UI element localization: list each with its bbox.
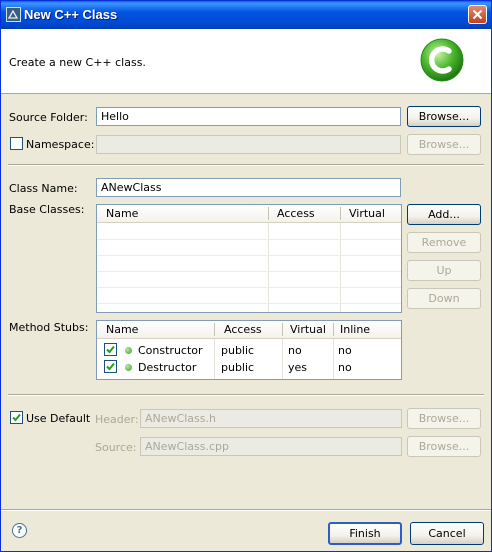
cancel-button[interactable]: Cancel xyxy=(410,522,484,545)
source-folder-label: Source Folder: xyxy=(9,111,88,124)
separator xyxy=(8,394,484,396)
row-checkbox[interactable] xyxy=(104,343,117,356)
namespace-label: Namespace: xyxy=(26,138,95,151)
banner-description: Create a new C++ class. xyxy=(9,56,146,69)
method-icon xyxy=(125,347,132,354)
header-field[interactable]: ANewClass.h xyxy=(140,409,402,428)
move-down-button[interactable]: Down xyxy=(407,288,481,309)
method-name: Destructor xyxy=(138,361,197,374)
method-stubs-header: Name Access Virtual Inline xyxy=(97,321,401,339)
base-classes-label: Base Classes: xyxy=(9,203,85,216)
finish-button[interactable]: Finish xyxy=(328,522,402,545)
cpp-class-logo-icon xyxy=(419,37,465,86)
method-inline: no xyxy=(338,361,352,374)
footer-separator xyxy=(1,509,491,511)
eclipse-app-icon xyxy=(6,7,21,22)
method-icon xyxy=(125,364,132,371)
namespace-checkbox[interactable] xyxy=(10,137,23,150)
source-field[interactable]: ANewClass.cpp xyxy=(140,437,402,456)
class-name-label: Class Name: xyxy=(9,182,78,195)
column-header-access[interactable]: Access xyxy=(224,323,262,336)
base-classes-table[interactable]: Name Access Virtual xyxy=(96,204,402,313)
method-virtual: no xyxy=(288,344,302,357)
title-bar[interactable]: New C++ Class xyxy=(1,1,491,29)
column-header-name[interactable]: Name xyxy=(106,323,138,336)
method-name: Constructor xyxy=(138,344,203,357)
header-label: Header: xyxy=(95,413,139,426)
window-title: New C++ Class xyxy=(24,7,118,22)
namespace-field[interactable] xyxy=(96,135,401,154)
separator xyxy=(8,164,484,166)
use-default-label: Use Default xyxy=(26,412,91,425)
use-default-checkbox[interactable] xyxy=(10,411,23,424)
method-virtual: yes xyxy=(288,361,308,374)
checkmark-icon xyxy=(12,413,21,422)
source-folder-browse-button[interactable]: Browse... xyxy=(407,106,481,127)
source-browse-button[interactable]: Browse... xyxy=(407,436,481,457)
row-checkbox[interactable] xyxy=(104,360,117,373)
help-icon[interactable]: ? xyxy=(12,523,27,538)
header-browse-button[interactable]: Browse... xyxy=(407,408,481,429)
source-label: Source: xyxy=(95,441,137,454)
base-classes-header: Name Access Virtual xyxy=(97,205,401,223)
method-stubs-label: Method Stubs: xyxy=(9,321,89,334)
add-base-class-button[interactable]: Add... xyxy=(407,204,481,225)
method-access: public xyxy=(221,361,255,374)
remove-base-class-button[interactable]: Remove xyxy=(407,232,481,253)
class-name-field[interactable]: ANewClass xyxy=(96,178,401,197)
move-up-button[interactable]: Up xyxy=(407,260,481,281)
close-button[interactable] xyxy=(468,5,487,24)
checkmark-icon xyxy=(106,345,115,354)
method-access: public xyxy=(221,344,255,357)
source-folder-field[interactable]: Hello xyxy=(96,107,401,126)
column-header-access[interactable]: Access xyxy=(277,207,315,220)
dialog-window: New C++ Class Create a new C++ class. So… xyxy=(0,0,492,552)
close-icon xyxy=(472,9,483,20)
method-inline: no xyxy=(338,344,352,357)
checkmark-icon xyxy=(106,362,115,371)
column-header-virtual[interactable]: Virtual xyxy=(290,323,326,336)
namespace-browse-button[interactable]: Browse... xyxy=(407,134,481,155)
column-header-inline[interactable]: Inline xyxy=(340,323,370,336)
column-header-name[interactable]: Name xyxy=(106,207,138,220)
method-stubs-table[interactable]: Name Access Virtual Inline Constructor p… xyxy=(96,320,402,380)
column-header-virtual[interactable]: Virtual xyxy=(349,207,385,220)
wizard-banner: Create a new C++ class. xyxy=(1,29,491,94)
